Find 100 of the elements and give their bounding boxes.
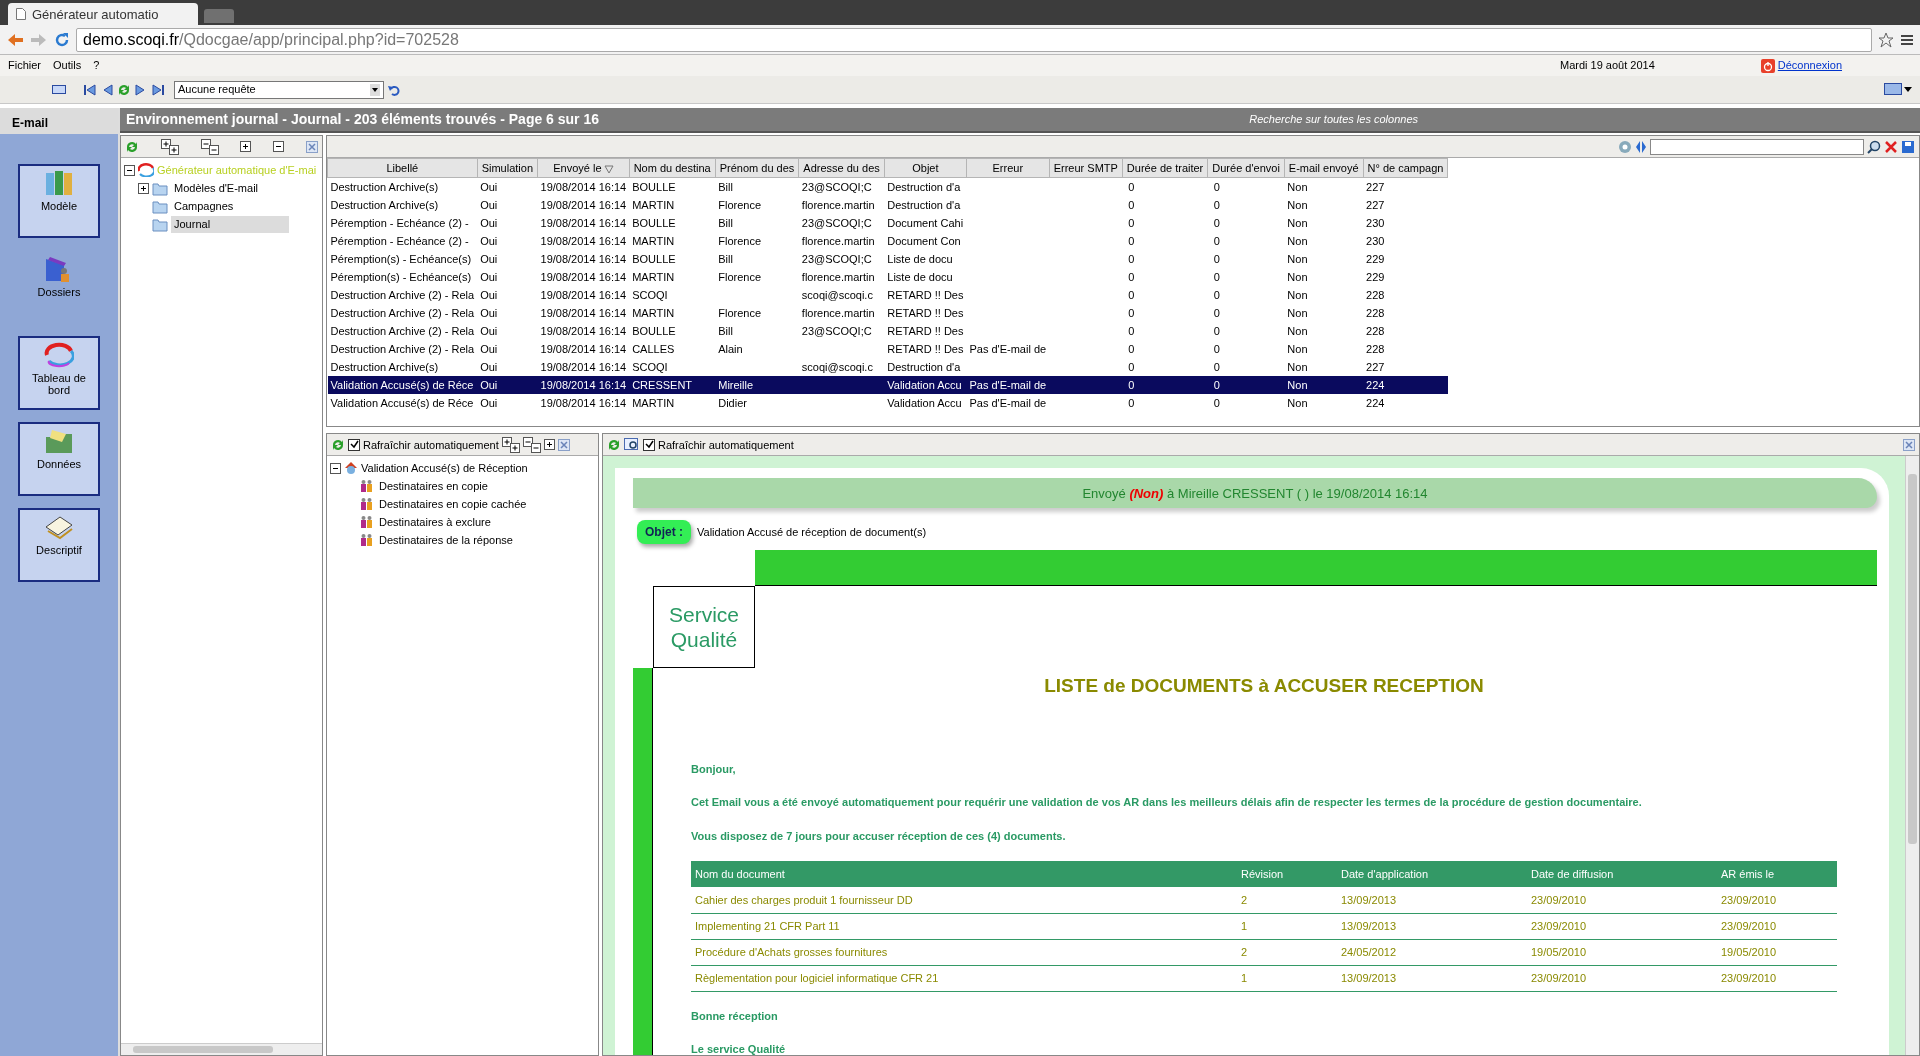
table-row[interactable]: Destruction Archive (2) - Rela Oui 19/08/2014 16:14 SCOQI scoqi@scoqi.c RETARD !! Des 0 0 Non 228 <box>327 285 1448 304</box>
refresh-icon[interactable] <box>125 139 139 154</box>
table-row[interactable]: Péremption(s) - Echéance(s) Oui 19/08/2014 16:14 BOULLE Bill 23@SCOQI;C Liste de docu 0 0 Non 229 <box>327 249 1448 268</box>
tree-item[interactable]: Destinataires de la réponse <box>379 532 513 549</box>
collapse-all-icon[interactable] <box>200 138 219 155</box>
column-header[interactable]: Prénom du des <box>715 158 799 178</box>
table-cell: Florence <box>718 270 761 283</box>
tree-item[interactable]: Campagnes <box>171 198 237 215</box>
column-header[interactable]: Envoyé le <box>537 158 630 178</box>
browser-tab[interactable]: Générateur automatio <box>8 3 198 26</box>
table-cell: 19/08/2014 16:14 <box>540 216 627 229</box>
table-cell: 228 <box>1366 288 1385 301</box>
expand-all-icon[interactable] <box>160 138 179 155</box>
table-row[interactable]: Destruction Archive (2) - Rela Oui 19/08/2014 16:14 BOULLE Bill 23@SCOQI;C RETARD !! Des 0 0 Non 228 <box>327 321 1448 340</box>
table-row[interactable]: Destruction Archive (2) - Rela Oui 19/08/2014 16:14 CALLES Alain RETARD !! Des Pas d'E-mail de 0 0 Non 228 <box>327 339 1448 358</box>
table-row[interactable]: Péremption(s) - Echéance(s) Oui 19/08/2014 16:14 MARTIN Florence florence.martin Liste de docu 0 0 Non 229 <box>327 267 1448 286</box>
reload-icon[interactable] <box>54 31 70 48</box>
table-row[interactable]: Destruction Archive (2) - Rela Oui 19/08/2014 16:14 MARTIN Florence florence.martin RETARD !! Des 0 0 Non 228 <box>327 303 1448 322</box>
table-cell: Oui <box>480 360 498 373</box>
table-row[interactable]: Péremption - Echéance (2) - Oui 19/08/2014 16:14 BOULLE Bill 23@SCOQI;C Document Cahi 0 0 Non 230 <box>327 213 1448 232</box>
table-row[interactable]: Validation Accusé(s) de Réce Oui 19/08/2014 16:14 CRESSENT Mireille Validation Accu Pas d'E-mail de 0 0 Non 224 <box>327 375 1448 394</box>
tree-item[interactable]: Destinataires à exclure <box>379 514 491 531</box>
back-icon[interactable] <box>6 31 24 48</box>
search-icon[interactable] <box>1867 139 1881 154</box>
table-cell: Non <box>1287 180 1308 193</box>
collapse-all-icon[interactable] <box>522 436 541 453</box>
table-cell: 0 <box>1213 378 1220 391</box>
first-page-icon[interactable] <box>83 82 97 97</box>
table-cell: 230 <box>1366 216 1385 229</box>
sidebar-button[interactable]: Tableau de bord <box>18 335 100 410</box>
table-cell: Oui <box>480 198 498 211</box>
table-row[interactable]: Destruction Archive(s) Oui 19/08/2014 16:14 BOULLE Bill 23@SCOQI;C Destruction d'a 0 0 Non 227 <box>327 177 1448 196</box>
expand-icon[interactable] <box>240 141 252 153</box>
monitor-icon[interactable] <box>1884 82 1912 97</box>
tree-item[interactable]: Destinataires en copie <box>379 478 488 495</box>
save-icon[interactable] <box>1901 139 1915 154</box>
tree-item[interactable]: Journal <box>171 216 289 233</box>
last-page-icon[interactable] <box>151 82 165 97</box>
table-cell: Bill <box>718 180 733 193</box>
collapse-icon[interactable] <box>124 164 135 176</box>
table-cell: Non <box>1287 342 1308 355</box>
expand-all-icon[interactable] <box>501 436 520 453</box>
column-header: AR émis le <box>1717 861 1837 888</box>
menu-icon[interactable] <box>1900 32 1914 47</box>
table-cell: 0 <box>1128 288 1135 301</box>
table-cell: 2 <box>1237 887 1337 914</box>
column-header[interactable]: Simulation <box>477 158 538 178</box>
menu-item[interactable]: Fichier <box>8 57 41 74</box>
sidebar-button[interactable]: Données <box>18 421 100 496</box>
query-select[interactable]: Aucune requête <box>174 80 384 99</box>
menu-item[interactable]: ? <box>93 57 100 74</box>
clear-icon[interactable] <box>1884 139 1898 154</box>
table-cell: Non <box>1287 378 1308 391</box>
window-icon[interactable] <box>52 84 66 95</box>
tree-item[interactable]: Validation Accusé(s) de Réception <box>361 460 528 477</box>
star-icon[interactable] <box>1878 31 1894 48</box>
tree-item[interactable]: Modèles d'E-mail <box>171 180 262 197</box>
search-field[interactable] <box>1650 138 1864 155</box>
tree-item[interactable]: Destinataires en copie cachée <box>379 496 527 513</box>
column-header[interactable]: Objet <box>884 158 967 178</box>
close-icon[interactable] <box>1903 438 1915 451</box>
table-cell: Destruction Archive (2) - Rela <box>330 342 475 355</box>
scrollbar[interactable] <box>121 1043 322 1055</box>
sidebar-button[interactable]: Modèle <box>18 163 100 238</box>
column-header[interactable]: N° de campagn <box>1363 158 1448 178</box>
scrollbar[interactable] <box>1905 456 1919 1055</box>
table-cell: Destruction Archive (2) - Rela <box>330 288 475 301</box>
column-header[interactable]: Libellé <box>327 158 478 178</box>
swap-icon[interactable] <box>1635 139 1647 154</box>
collapse-icon[interactable] <box>273 141 285 153</box>
expand-icon[interactable] <box>543 439 555 451</box>
column-header[interactable]: E-mail envoyé <box>1284 158 1364 178</box>
column-header[interactable]: Adresse du des <box>798 158 885 178</box>
sidebar-button[interactable]: Descriptif <box>18 507 100 582</box>
power-icon[interactable] <box>1760 58 1775 73</box>
preview-icon[interactable] <box>624 437 640 452</box>
refresh-icon[interactable] <box>117 82 131 97</box>
table-cell: 19/08/2014 16:14 <box>540 324 627 337</box>
table-row[interactable]: Destruction Archive(s) Oui 19/08/2014 16:14 SCOQI scoqi@scoqi.c Destruction d'a 0 0 Non 227 <box>327 357 1448 376</box>
url-field[interactable]: demo.scoqi.fr/Qdocgae/app/principal.php?id=702528 <box>76 27 1872 52</box>
expand-icon[interactable] <box>138 182 149 194</box>
table-cell: Document Con <box>887 234 961 247</box>
sort-icon[interactable] <box>603 164 614 174</box>
column-header[interactable]: Erreur SMTP <box>1049 158 1123 178</box>
menu-item[interactable]: Outils <box>53 57 82 74</box>
refresh-icon[interactable] <box>331 437 345 452</box>
swirl-icon <box>138 163 154 178</box>
auto-refresh-checkbox[interactable]: Rafraîchir automatiquement <box>643 436 794 454</box>
table-row[interactable]: Péremption - Echéance (2) - Oui 19/08/2014 16:14 MARTIN Florence florence.martin Document Con 0 0 Non 230 <box>327 231 1448 250</box>
table-cell: 0 <box>1213 180 1220 193</box>
collapse-icon[interactable] <box>330 462 341 474</box>
table-row[interactable]: Destruction Archive(s) Oui 19/08/2014 16:14 MARTIN Florence florence.martin Destruction d'a 0 0 Non 227 <box>327 195 1448 214</box>
logout-link[interactable]: Déconnexion <box>1777 57 1842 74</box>
column-header[interactable]: Erreur <box>966 158 1050 178</box>
close-icon[interactable] <box>306 140 318 153</box>
column-header[interactable]: Durée d'envoi <box>1207 158 1285 178</box>
table-row[interactable]: Validation Accusé(s) de Réce Oui 19/08/2014 16:14 MARTIN Didier Validation Accu Pas d'E-mail de 0 0 Non 224 <box>327 393 1448 412</box>
column-header[interactable]: Nom du destina <box>629 158 716 178</box>
sidebar-button[interactable]: Dossiers <box>18 249 100 324</box>
column-header[interactable]: Durée de traiter <box>1122 158 1208 178</box>
